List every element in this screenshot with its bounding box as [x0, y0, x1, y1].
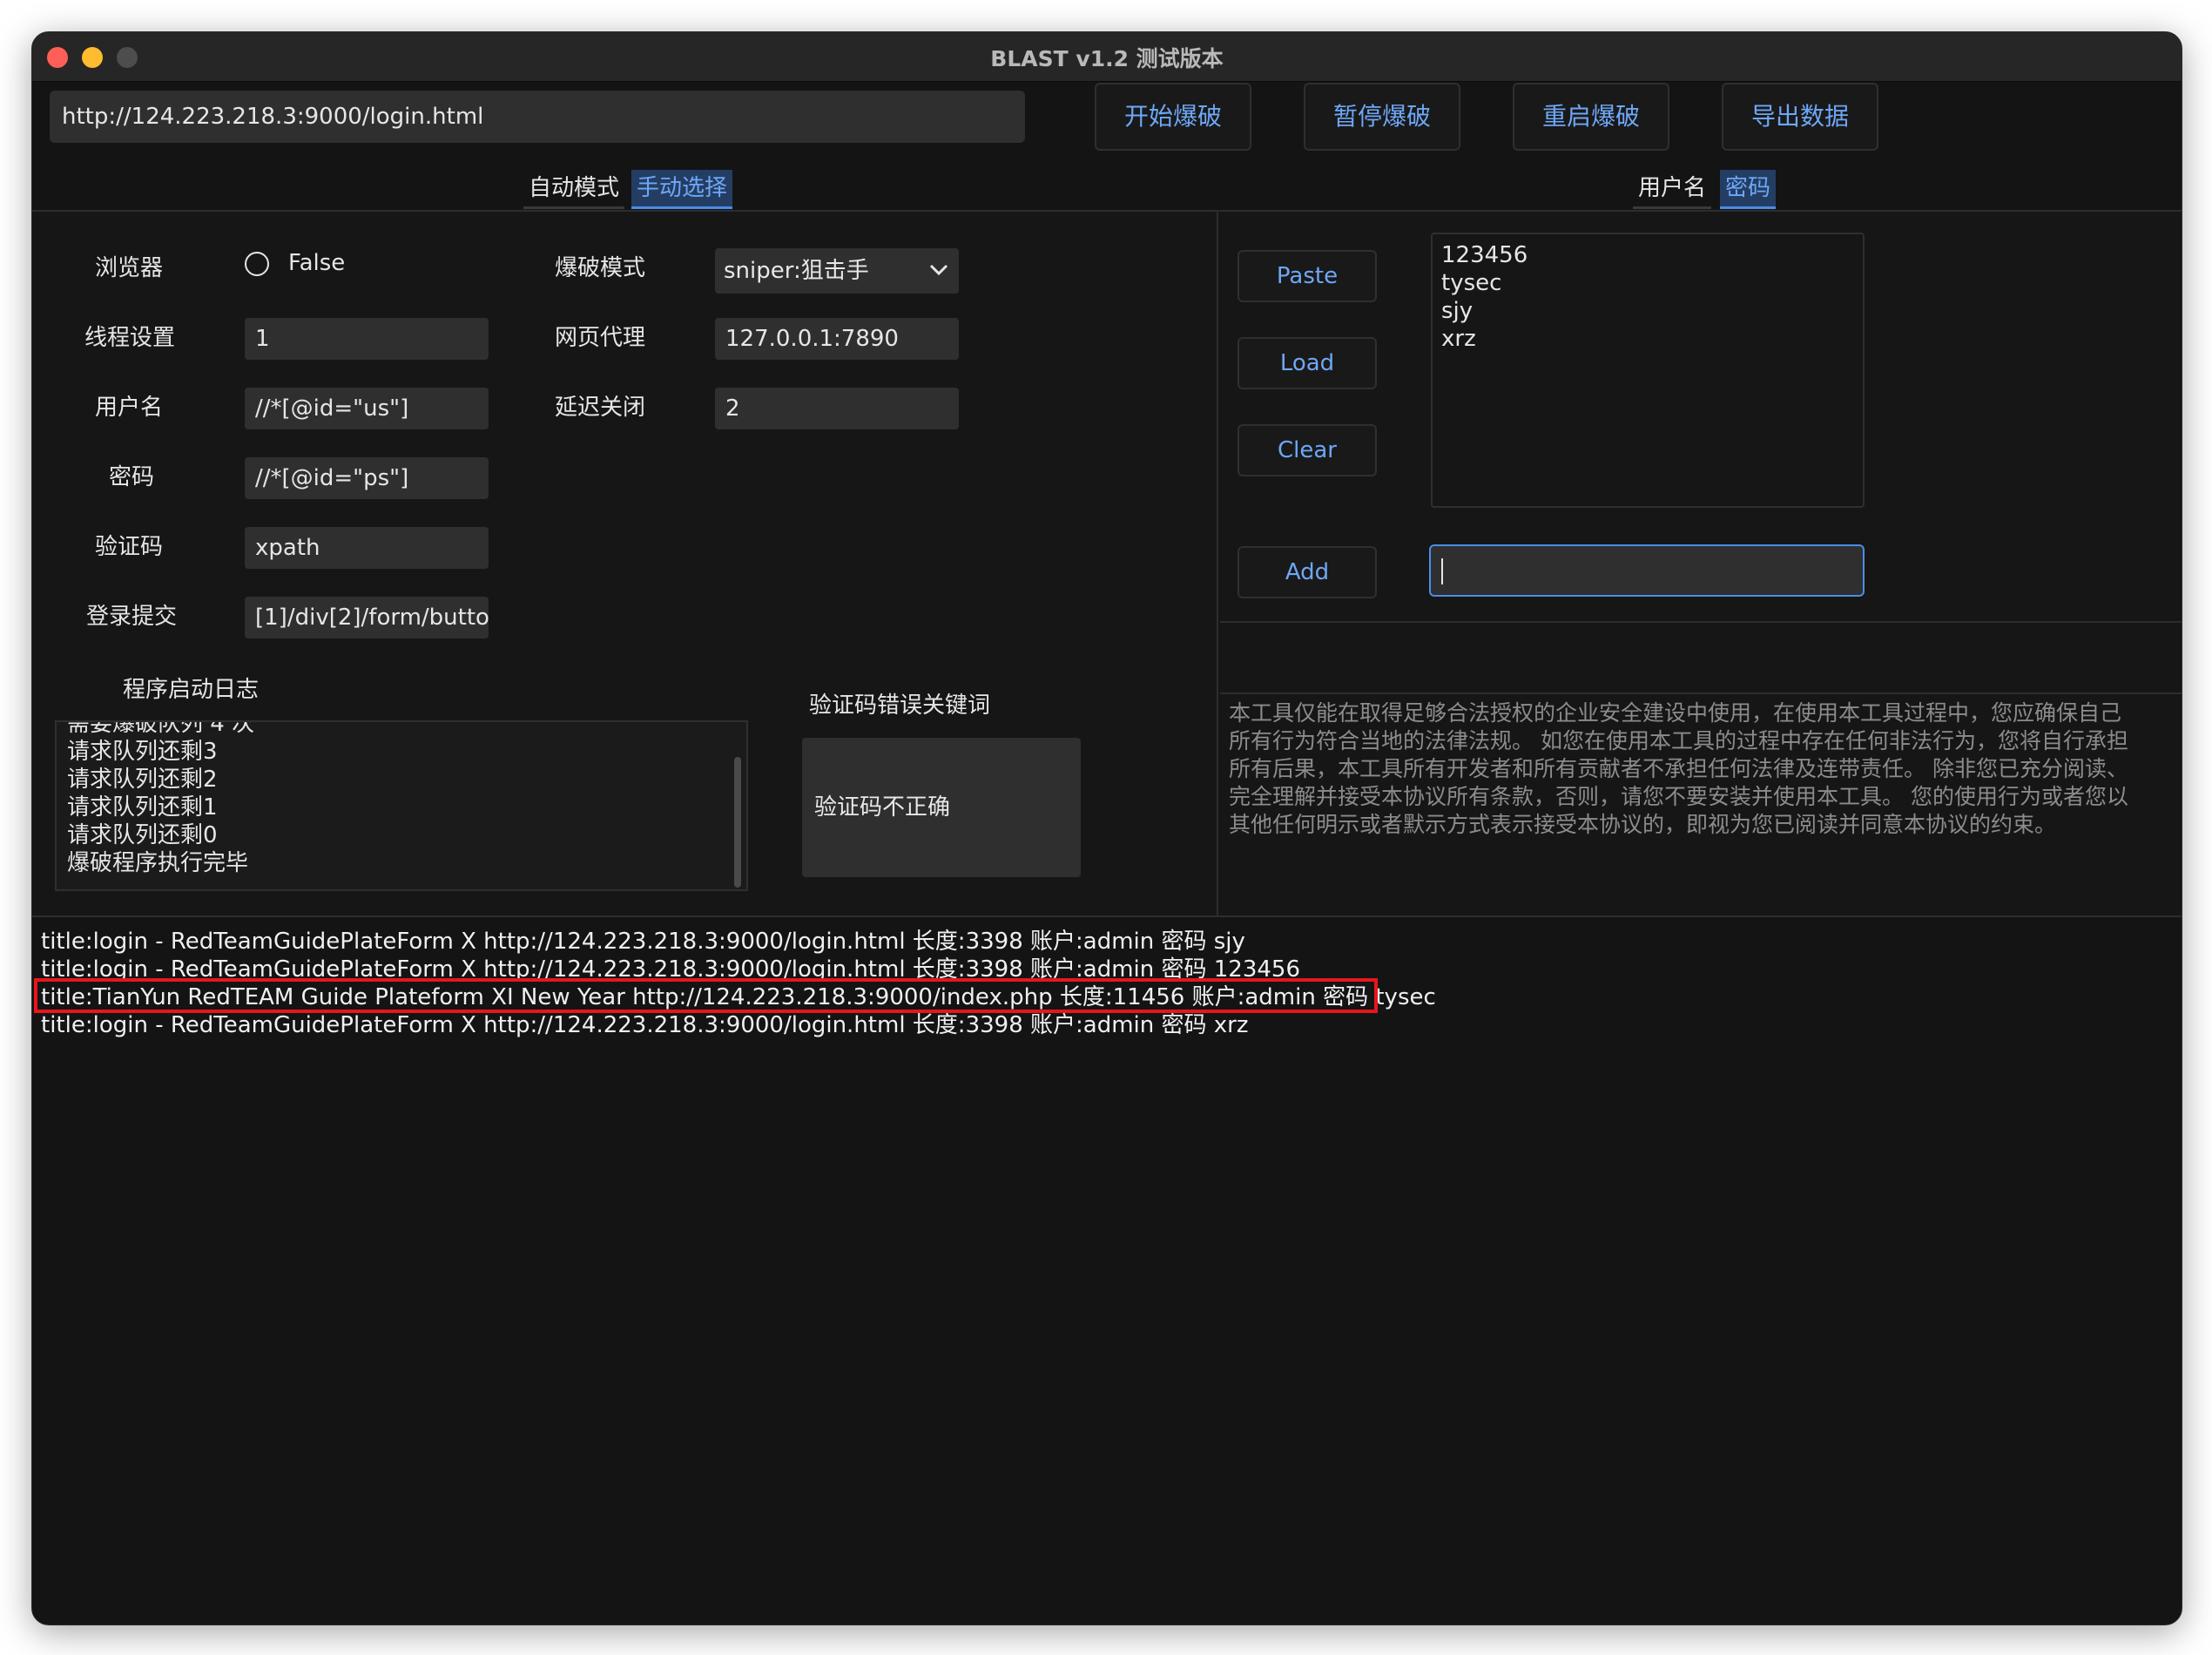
- brute-mode-label: 爆破模式: [555, 255, 646, 281]
- brute-mode-value: sniper:狙击手: [724, 258, 869, 284]
- log-line: 请求队列还剩1: [67, 794, 218, 821]
- log-line: 请求队列还剩0: [67, 822, 218, 848]
- password-xpath-label: 密码: [109, 464, 155, 490]
- disclaimer-line: 本工具仅能在取得足够合法授权的企业安全建设中使用，在使用本工具过程中，您应确保自…: [1229, 700, 2122, 726]
- list-item[interactable]: xrz: [1433, 325, 1863, 353]
- proxy-input[interactable]: 127.0.0.1:7890: [715, 318, 959, 360]
- proxy-label: 网页代理: [555, 325, 646, 351]
- disclaimer-line: 所有行为符合当地的法律法规。 如您在使用本工具的过程中存在任何非法行为，您将自行…: [1229, 728, 2128, 753]
- startup-log-title: 程序启动日志: [123, 677, 260, 703]
- tab-auto-mode[interactable]: 自动模式: [523, 170, 625, 209]
- list-item[interactable]: 123456: [1433, 241, 1863, 269]
- browser-label: 浏览器: [95, 255, 164, 281]
- captcha-error-title: 验证码错误关键词: [809, 692, 991, 719]
- target-url-input[interactable]: http://124.223.218.3:9000/login.html: [50, 91, 1025, 143]
- log-scrollbar[interactable]: [734, 757, 741, 888]
- restart-brute-button[interactable]: 重启爆破: [1513, 83, 1669, 151]
- startup-log-box[interactable]: 需要爆破队列 4 次 请求队列还剩3 请求队列还剩2 请求队列还剩1 请求队列还…: [55, 720, 748, 891]
- delay-close-input[interactable]: 2: [715, 388, 959, 429]
- start-brute-button[interactable]: 开始爆破: [1095, 83, 1251, 151]
- captcha-error-input[interactable]: 验证码不正确: [802, 738, 1081, 877]
- pause-brute-button[interactable]: 暂停爆破: [1304, 83, 1460, 151]
- password-xpath-input[interactable]: //*[@id="ps"]: [245, 457, 489, 499]
- captcha-xpath-input[interactable]: xpath: [245, 527, 489, 569]
- add-button[interactable]: Add: [1238, 546, 1377, 598]
- submit-xpath-label: 登录提交: [86, 604, 178, 630]
- clear-button[interactable]: Clear: [1238, 424, 1377, 476]
- tab-username[interactable]: 用户名: [1633, 170, 1712, 209]
- window-title: BLAST v1.2 测试版本: [990, 46, 1224, 71]
- result-row: title:login - RedTeamGuidePlateForm X ht…: [41, 929, 1245, 955]
- log-line: 请求队列还剩3: [67, 739, 218, 765]
- log-line: 爆破程序执行完毕: [67, 850, 249, 876]
- captcha-xpath-label: 验证码: [95, 534, 164, 560]
- delay-close-label: 延迟关闭: [555, 395, 646, 421]
- panel-divider: [1220, 621, 2182, 623]
- success-highlight-box: [34, 978, 1378, 1013]
- app-window: BLAST v1.2 测试版本 http://124.223.218.3:900…: [31, 31, 2182, 1625]
- brute-mode-select[interactable]: sniper:狙击手: [715, 248, 959, 294]
- load-button[interactable]: Load: [1238, 337, 1377, 389]
- add-entry-input[interactable]: [1429, 544, 1865, 597]
- password-list[interactable]: 123456 tysec sjy xrz: [1431, 233, 1865, 508]
- threads-input[interactable]: 1: [245, 318, 489, 360]
- browser-value: False: [288, 250, 346, 276]
- list-item[interactable]: sjy: [1433, 297, 1863, 325]
- list-item[interactable]: tysec: [1433, 269, 1863, 297]
- tab-manual-select[interactable]: 手动选择: [631, 170, 733, 209]
- submit-xpath-input[interactable]: [1]/div[2]/form/button: [245, 597, 489, 638]
- disclaimer-text: 本工具仅能在取得足够合法授权的企业安全建设中使用，在使用本工具过程中，您应确保自…: [1220, 692, 2182, 915]
- log-line: 需要爆破队列 4 次: [67, 720, 255, 737]
- export-data-button[interactable]: 导出数据: [1722, 83, 1878, 151]
- log-line: 请求队列还剩2: [67, 767, 218, 793]
- text-caret: [1441, 558, 1443, 584]
- disclaimer-line: 所有后果，本工具所有开发者和所有贡献者不承担任何法律及连带责任。 除非您已充分阅…: [1229, 756, 2128, 781]
- title-bar: BLAST v1.2 测试版本: [32, 32, 2182, 82]
- paste-button[interactable]: Paste: [1238, 250, 1377, 302]
- username-xpath-label: 用户名: [95, 395, 164, 421]
- result-row: title:login - RedTeamGuidePlateForm X ht…: [41, 1012, 1249, 1038]
- browser-radio[interactable]: [245, 252, 269, 276]
- disclaimer-line: 其他任何明示或者默示方式表示接受本协议的，即视为您已阅读并同意本协议的约束。: [1229, 812, 2057, 837]
- chevron-down-icon: [929, 264, 948, 276]
- threads-label: 线程设置: [84, 325, 176, 351]
- tab-password[interactable]: 密码: [1720, 170, 1777, 209]
- username-xpath-input[interactable]: //*[@id="us"]: [245, 388, 489, 429]
- disclaimer-line: 完全理解并接受本协议所有条款，否则，请您不要安装并使用本工具。 您的使用行为或者…: [1229, 784, 2128, 809]
